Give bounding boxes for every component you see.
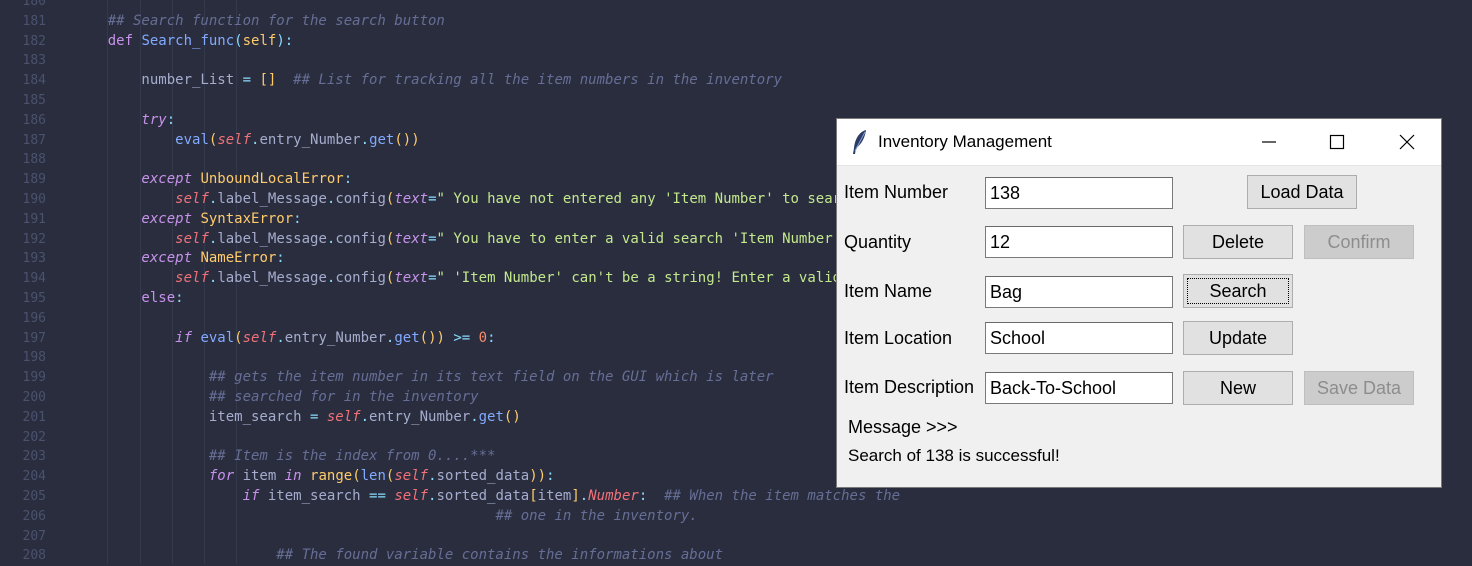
item-location-label: Item Location <box>844 328 953 348</box>
line-number: 190 <box>22 192 46 207</box>
code-text: except SyntaxError: <box>74 210 302 227</box>
line-number: 199 <box>22 370 46 386</box>
line-number: 197 <box>22 330 46 346</box>
load-data-button[interactable]: Load Data <box>1247 175 1357 209</box>
line-number: 202 <box>22 429 46 445</box>
minimize-button[interactable] <box>1235 119 1303 165</box>
code-text: self.label_Message.config(text=" You hav… <box>175 191 884 207</box>
code-text: def Search_func(self): <box>74 32 294 49</box>
inventory-window: Inventory Management Item Number 138 Loa… <box>836 118 1442 488</box>
message-text: Search of 138 is successful! <box>848 446 1060 465</box>
line-number: 194 <box>22 271 46 287</box>
code-text: eval(self.entry_Number.get()) <box>175 131 420 148</box>
code-text: self.label_Message.config(text=" 'Item N… <box>175 270 901 287</box>
quantity-label: Quantity <box>844 232 912 252</box>
code-text: ## Item is the index from 0....*** <box>74 448 496 465</box>
feather-icon <box>851 129 869 155</box>
close-button[interactable] <box>1373 119 1441 165</box>
update-button[interactable]: Update <box>1183 321 1293 355</box>
line-number: 208 <box>22 548 46 564</box>
message-heading: Message >>> <box>848 417 958 437</box>
code-text: ## searched for in the inventory <box>74 389 479 405</box>
code-line: 180 <box>0 0 1472 12</box>
item-location-field[interactable]: School <box>985 322 1173 354</box>
code-line: 207 <box>0 527 1472 547</box>
line-number: 187 <box>22 132 46 148</box>
line-number: 205 <box>22 489 46 504</box>
code-line: 208 ## The found variable contains the i… <box>0 546 1472 566</box>
line-number: 189 <box>22 172 46 188</box>
code-text: except UnboundLocalError: <box>74 171 353 188</box>
code-text: ## one in the inventory. <box>495 507 698 524</box>
line-number: 203 <box>22 449 46 465</box>
line-number: 193 <box>22 251 46 267</box>
line-number: 207 <box>22 528 46 544</box>
code-line: 182 def Search_func(self): <box>0 32 1472 52</box>
code-text: number_List = [] ## List for tracking al… <box>74 72 783 89</box>
quantity-field[interactable]: 12 <box>985 226 1173 258</box>
code-text: else: <box>74 290 184 306</box>
line-number: 201 <box>22 409 46 425</box>
minimize-icon <box>1262 141 1276 143</box>
code-line: 184 number_List = [] ## List for trackin… <box>0 71 1472 91</box>
line-number: 188 <box>22 152 46 168</box>
code-line: 206 ## one in the inventory. <box>0 507 1472 527</box>
code-text: try: <box>74 111 176 128</box>
line-number: 182 <box>22 33 46 49</box>
item-description-field[interactable]: Back-To-School <box>985 372 1173 404</box>
line-number: 195 <box>22 291 46 306</box>
line-number: 183 <box>22 53 46 69</box>
maximize-icon <box>1329 134 1345 150</box>
code-text: ## The found variable contains the infor… <box>74 547 724 564</box>
line-number: 181 <box>22 13 46 29</box>
code-text: self.label_Message.config(text=" You hav… <box>175 230 875 247</box>
line-number: 185 <box>22 93 46 108</box>
code-line: 181 ## Search function for the search bu… <box>0 12 1472 32</box>
item-name-field[interactable]: Bag <box>985 276 1173 308</box>
line-number: 198 <box>22 350 46 366</box>
close-icon <box>1399 134 1415 150</box>
line-number: 196 <box>22 310 46 326</box>
code-line: 185 <box>0 91 1472 111</box>
line-number: 206 <box>22 508 46 524</box>
line-number: 186 <box>22 112 46 128</box>
code-line: 183 <box>0 51 1472 71</box>
item-number-label: Item Number <box>844 182 949 202</box>
title-bar[interactable]: Inventory Management <box>837 119 1441 166</box>
code-text: item_search = self.entry_Number.get() <box>74 408 521 425</box>
code-text: if item_search == self.sorted_data[item]… <box>74 488 901 504</box>
delete-button[interactable]: Delete <box>1183 225 1293 259</box>
code-text: except NameError: <box>74 250 285 267</box>
line-number: 204 <box>22 469 46 485</box>
line-number: 184 <box>22 73 46 89</box>
code-text: if eval(self.entry_Number.get()) >= 0: <box>74 329 496 346</box>
window-title: Inventory Management <box>878 132 1052 151</box>
code-text: ## gets the item number in its text fiel… <box>74 369 774 386</box>
line-number: 180 <box>22 0 46 9</box>
item-description-label: Item Description <box>844 377 975 397</box>
code-line: 205 if item_search == self.sorted_data[i… <box>0 487 1472 507</box>
item-number-field[interactable]: 138 <box>985 177 1173 209</box>
maximize-button[interactable] <box>1303 119 1371 165</box>
line-number: 191 <box>22 211 46 227</box>
confirm-button[interactable]: Confirm <box>1304 225 1414 259</box>
code-text: ## Search function for the search button <box>74 12 445 29</box>
line-number: 200 <box>22 390 46 405</box>
line-number: 192 <box>22 231 46 247</box>
new-button[interactable]: New <box>1183 371 1293 405</box>
search-button[interactable]: Search <box>1183 274 1293 308</box>
item-name-label: Item Name <box>844 281 933 301</box>
save-data-button[interactable]: Save Data <box>1304 371 1414 405</box>
code-text: for item in range(len(self.sorted_data))… <box>74 468 555 485</box>
